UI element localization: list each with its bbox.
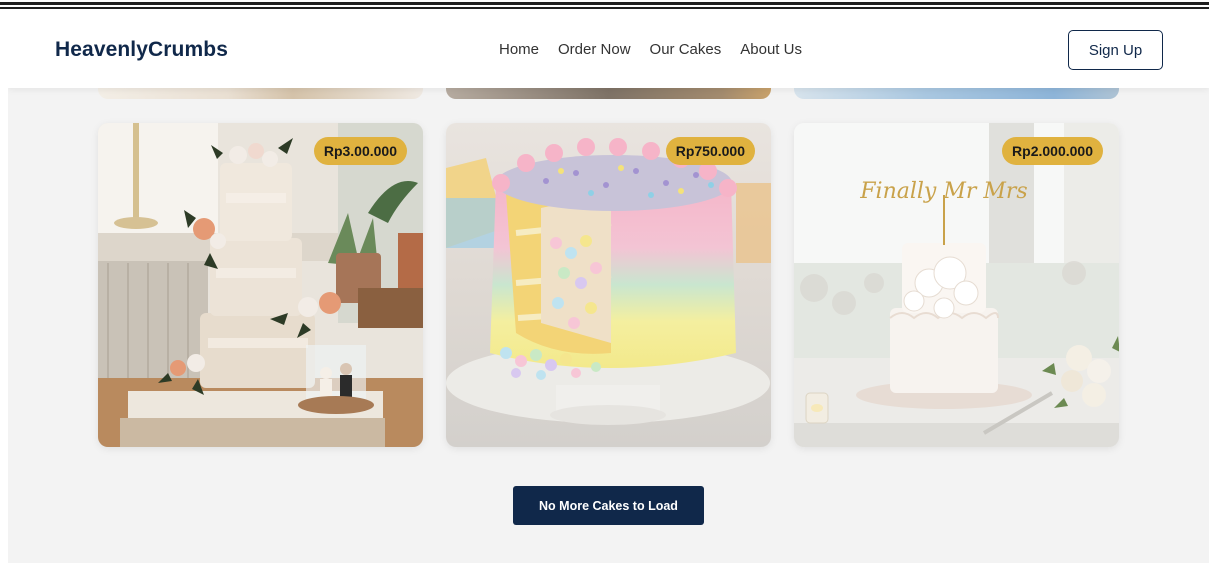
cake-card[interactable]: Rp3.00.000 (98, 123, 423, 447)
sign-up-button[interactable]: Sign Up (1068, 30, 1163, 70)
naked-wedding-cake-image (98, 123, 423, 447)
nav-about-us-link[interactable]: About Us (740, 41, 802, 58)
white-wedding-cake-image: Finally Mr Mrs (794, 123, 1119, 447)
main-nav: Home Order Now Our Cakes About Us (499, 41, 802, 58)
price-badge: Rp3.00.000 (313, 137, 407, 165)
price-badge: Rp2.000.000 (1002, 137, 1103, 165)
cake-card[interactable]: Rp750.000 (446, 123, 771, 447)
nav-our-cakes-link[interactable]: Our Cakes (650, 41, 722, 58)
brand-logo[interactable]: HeavenlyCrumbs (55, 38, 228, 62)
price-badge: Rp750.000 (665, 137, 755, 165)
load-more-button[interactable]: No More Cakes to Load (513, 486, 704, 525)
top-border-line (0, 2, 1209, 5)
top-border-line-thin (0, 7, 1209, 9)
nav-home-link[interactable]: Home (499, 41, 539, 58)
navbar: HeavenlyCrumbs Home Order Now Our Cakes … (8, 10, 1209, 88)
page: HeavenlyCrumbs Home Order Now Our Cakes … (8, 10, 1209, 563)
cake-topper-text: Finally Mr Mrs (859, 179, 1027, 204)
pastel-surprise-cake-image (446, 123, 771, 447)
nav-order-now-link[interactable]: Order Now (558, 41, 631, 58)
cake-card[interactable]: Finally Mr Mrs Rp2.000.000 (794, 123, 1119, 447)
